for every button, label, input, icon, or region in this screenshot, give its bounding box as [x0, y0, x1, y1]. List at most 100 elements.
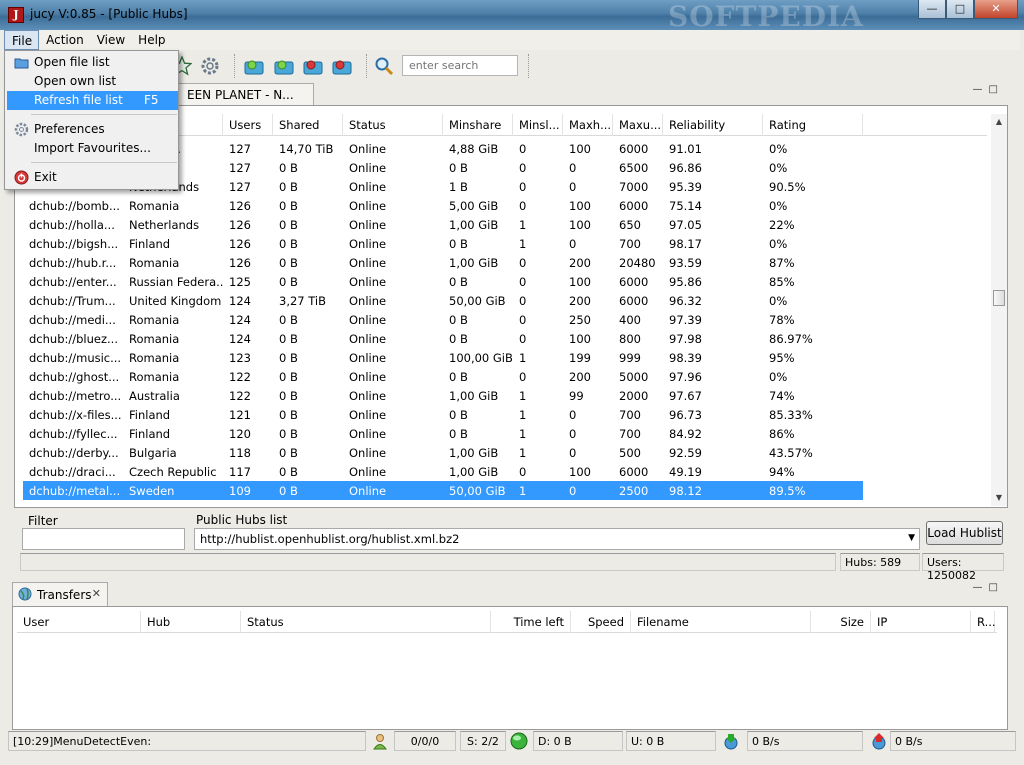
menu-action[interactable]: Action — [39, 30, 90, 50]
table-cell: 4,88 GiB — [449, 142, 499, 156]
menu-help[interactable]: Help — [131, 30, 171, 50]
transfers-table-header: User Hub Status Time left Speed Filename Size I… — [17, 611, 997, 633]
pane-controls[interactable]: —□ — [973, 582, 1004, 593]
table-cell: 124 — [229, 313, 251, 327]
table-row[interactable]: dchub://ghost... Romania 122 0 B Online 0 B 0 2… — [23, 367, 987, 386]
close-tab-icon[interactable]: ✕ — [92, 587, 101, 600]
transfers-column-header[interactable]: Size — [811, 611, 871, 633]
table-row[interactable]: dchub://metal... Sweden 109 0 B Online 50,00 … — [23, 481, 863, 500]
table-row[interactable]: dchub://bluez... Romania 124 0 B Online 0 B 0 1… — [23, 329, 987, 348]
hub-status-bar: Hubs: 589 Users: 1250082 — [20, 553, 1004, 582]
column-header[interactable]: Maxu... — [613, 114, 663, 136]
transfers-column-header[interactable]: R... — [971, 611, 996, 633]
reconnect-hub-icon[interactable] — [274, 56, 294, 76]
table-row[interactable]: dchub://Trum... United Kingdom 124 3,27 TiB… — [23, 291, 987, 310]
table-cell: 0 — [569, 408, 577, 422]
table-cell: Romania — [129, 351, 180, 365]
column-header[interactable]: Minsl... — [513, 114, 563, 136]
table-cell: Romania — [129, 332, 180, 346]
scrollbar-thumb[interactable] — [993, 290, 1005, 306]
menu-refresh-file-list[interactable]: Refresh file list F5 — [7, 91, 178, 110]
menu-file[interactable]: File — [4, 30, 40, 50]
table-row[interactable]: dchub://enter... Russian Federa... 125 0 B O… — [23, 272, 987, 291]
transfers-column-header[interactable]: IP — [871, 611, 971, 633]
table-cell: 117 — [229, 465, 251, 479]
table-cell: 0 — [569, 237, 577, 251]
transfers-column-header[interactable]: Filename — [631, 611, 811, 633]
table-cell: dchub://derby... — [29, 446, 119, 460]
status-upload-total: U: 0 B — [626, 731, 716, 751]
menu-preferences[interactable]: Preferences — [7, 120, 178, 139]
filter-input[interactable] — [22, 528, 185, 550]
load-hublist-button[interactable]: Load Hublist — [926, 521, 1003, 545]
maximize-button[interactable]: □ — [946, 0, 974, 19]
connect-hub-icon[interactable] — [244, 56, 264, 76]
hublist-url-select[interactable]: http://hublist.openhublist.org/hublist.x… — [194, 528, 920, 550]
transfers-tab-label: Transfers — [37, 588, 92, 602]
close-button[interactable]: ✕ — [974, 0, 1018, 19]
menu-open-own-list[interactable]: Open own list — [7, 72, 178, 91]
download-queue-icon[interactable] — [303, 56, 323, 76]
table-row[interactable]: dchub://hub.r... Romania 126 0 B Online 1,00 … — [23, 253, 987, 272]
table-cell: Online — [349, 161, 387, 175]
column-header[interactable]: Status — [343, 114, 443, 136]
menu-exit[interactable]: Exit — [7, 168, 178, 187]
table-cell: 0 B — [449, 408, 468, 422]
settings-gear-icon[interactable] — [200, 56, 220, 76]
table-cell: 6000 — [619, 275, 649, 289]
scroll-down-icon[interactable]: ▼ — [991, 490, 1007, 506]
table-cell: 1 — [519, 484, 527, 498]
menu-import-favourites[interactable]: Import Favourites... — [7, 139, 178, 158]
table-cell: 0 B — [449, 370, 468, 384]
table-cell: 14,70 TiB — [279, 142, 334, 156]
column-header[interactable]: Users — [223, 114, 273, 136]
column-header[interactable]: Reliability — [663, 114, 763, 136]
column-header[interactable]: Maxh... — [563, 114, 613, 136]
table-row[interactable]: dchub://x-files... Finland 121 0 B Online 0 B… — [23, 405, 987, 424]
table-row[interactable]: dchub://holla... Netherlands 126 0 B Online 1… — [23, 215, 987, 234]
transfers-column-header[interactable]: Hub — [141, 611, 241, 633]
table-cell: 85% — [769, 275, 795, 289]
tab-transfers[interactable]: Transfers ✕ — [12, 582, 108, 606]
vertical-scrollbar[interactable]: ▲ ▼ — [991, 114, 1007, 506]
search-input[interactable] — [402, 55, 518, 76]
column-header[interactable]: Rating — [763, 114, 863, 136]
finished-downloads-icon[interactable] — [332, 56, 352, 76]
transfers-column-header[interactable]: User — [17, 611, 141, 633]
table-cell: 500 — [619, 446, 641, 460]
column-header[interactable]: Minshare — [443, 114, 513, 136]
table-row[interactable]: dchub://metro... Australia 122 0 B Online 1,0… — [23, 386, 987, 405]
table-row[interactable]: dchub://draci... Czech Republic 117 0 B Onli… — [23, 462, 987, 481]
table-cell: 6000 — [619, 294, 649, 308]
tab-hub[interactable]: EEN PLANET - N... — [174, 83, 314, 105]
scroll-up-icon[interactable]: ▲ — [991, 114, 1007, 130]
table-row[interactable]: dchub://bomb... Romania 126 0 B Online 5,00 G… — [23, 196, 987, 215]
status-bar: [10:29]MenuDetectEven: 0/0/0 S: 2/2 D: 0… — [0, 731, 1024, 765]
column-header[interactable]: Shared — [273, 114, 343, 136]
table-row[interactable]: dchub://derby... Bulgaria 118 0 B Online 1,00… — [23, 443, 987, 462]
pane-controls[interactable]: —□ — [973, 84, 1004, 95]
table-cell: dchub://enter... — [29, 275, 117, 289]
table-cell: 6000 — [619, 465, 649, 479]
table-row[interactable]: dchub://fyllec... Finland 120 0 B Online 0 B 1… — [23, 424, 987, 443]
menu-view[interactable]: View — [90, 30, 131, 50]
table-cell: 0% — [769, 142, 788, 156]
table-cell: 0 B — [449, 237, 468, 251]
table-row[interactable]: dchub://medi... Romania 124 0 B Online 0 B 0 25… — [23, 310, 987, 329]
table-cell: 0 B — [279, 237, 298, 251]
menu-open-file-list[interactable]: Open file list — [7, 53, 178, 72]
transfers-column-header[interactable]: Time left — [491, 611, 571, 633]
minimize-button[interactable]: — — [918, 0, 946, 19]
transfers-column-header[interactable]: Speed — [571, 611, 631, 633]
table-cell: 200 — [569, 294, 591, 308]
table-cell: 126 — [229, 199, 251, 213]
chevron-down-icon[interactable]: ▼ — [908, 533, 915, 543]
transfers-column-header[interactable]: Status — [241, 611, 491, 633]
search-icon[interactable] — [374, 56, 394, 76]
table-cell: 0% — [769, 161, 788, 175]
table-cell: Bulgaria — [129, 446, 177, 460]
table-row[interactable]: dchub://bigsh... Finland 126 0 B Online 0 B 1 0… — [23, 234, 987, 253]
table-row[interactable]: dchub://music... Romania 123 0 B Online 100,0… — [23, 348, 987, 367]
table-cell: 89.5% — [769, 484, 806, 498]
table-cell: 0% — [769, 370, 788, 384]
